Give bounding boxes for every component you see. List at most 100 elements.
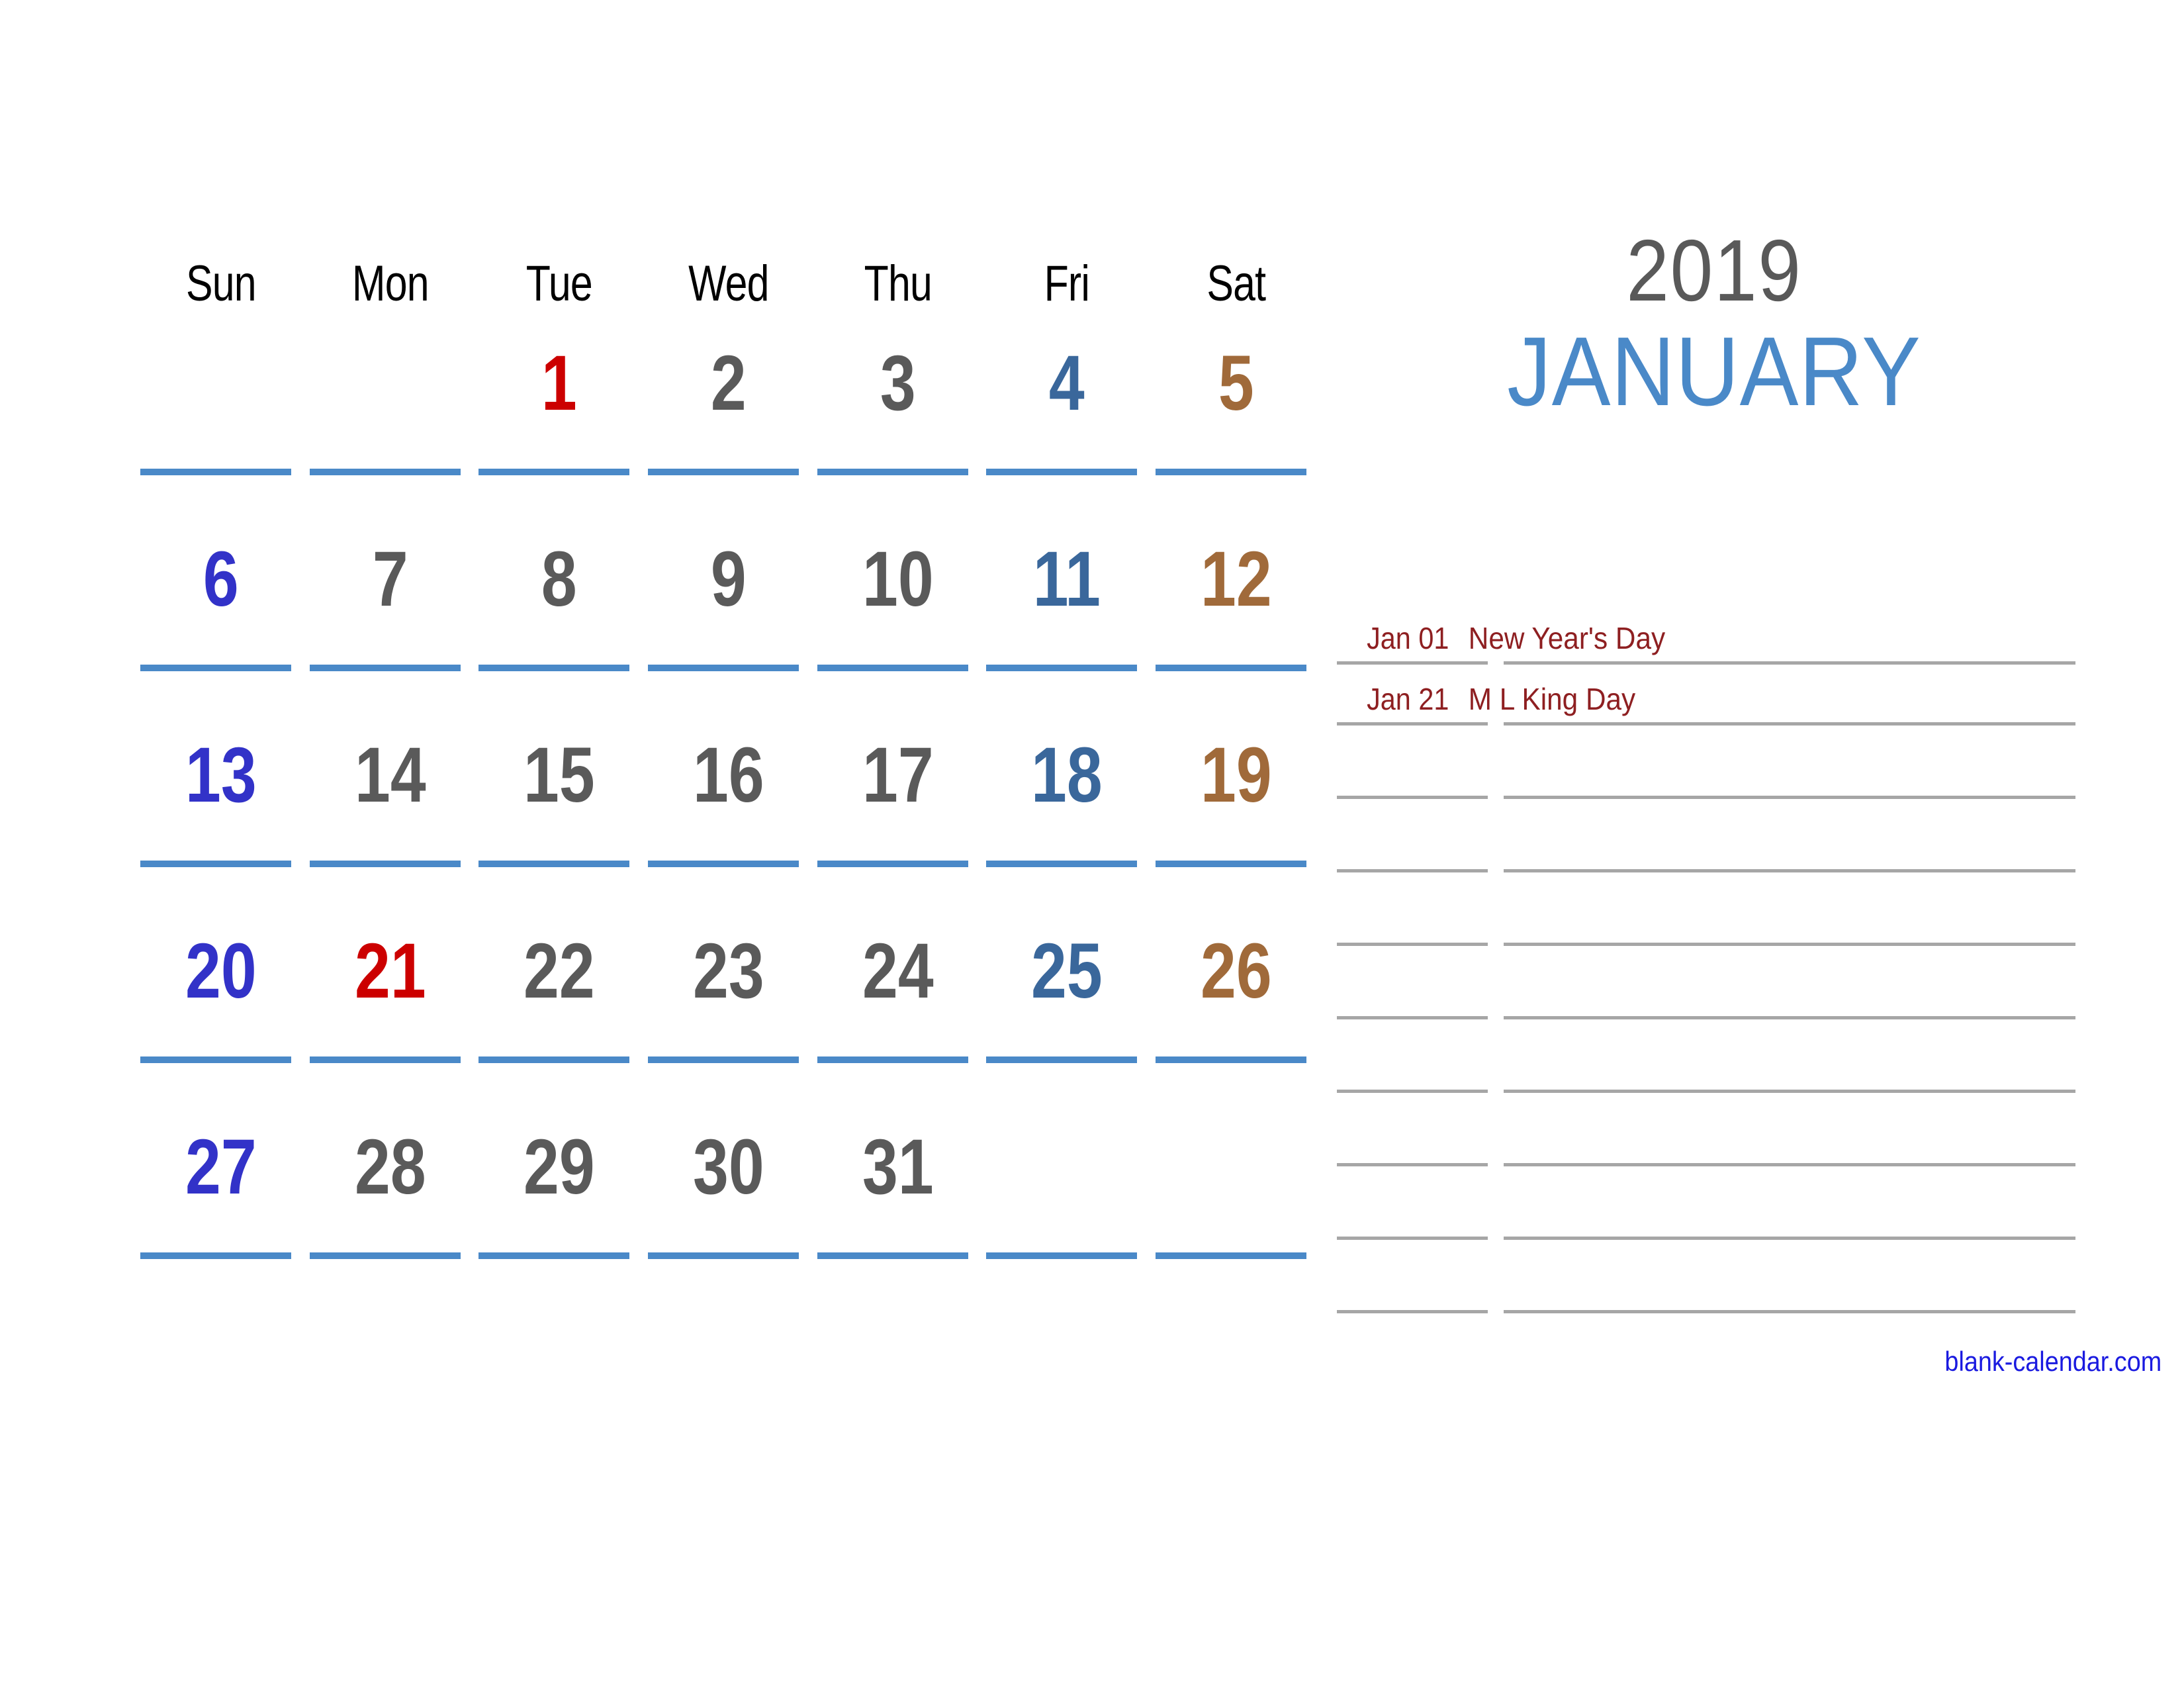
day-underline	[140, 1252, 291, 1259]
weekday-header-fri: Fri	[1044, 256, 1090, 312]
note-row-blank[interactable]	[1337, 1093, 2093, 1166]
note-rule-right	[1504, 1310, 2075, 1313]
day-number: 18	[1031, 731, 1103, 819]
day-cell-1[interactable]: 1	[475, 310, 644, 506]
day-underline	[1156, 665, 1307, 671]
day-underline	[140, 1056, 291, 1063]
day-underline	[817, 1056, 968, 1063]
day-number: 24	[862, 927, 934, 1015]
day-underline	[986, 1252, 1138, 1259]
day-cell-8[interactable]: 8	[475, 506, 644, 702]
day-cell-20[interactable]: 20	[136, 898, 306, 1094]
note-row-blank[interactable]	[1337, 1240, 2093, 1313]
day-cell-17[interactable]: 17	[813, 702, 983, 898]
day-number: 27	[185, 1123, 257, 1211]
day-underline	[817, 665, 968, 671]
day-underline	[817, 861, 968, 867]
day-underline	[478, 861, 630, 867]
day-cell-28[interactable]: 28	[306, 1094, 475, 1289]
day-number: 20	[185, 927, 257, 1015]
day-cell-11[interactable]: 11	[982, 506, 1152, 702]
day-cell-18[interactable]: 18	[982, 702, 1152, 898]
day-cell-14[interactable]: 14	[306, 702, 475, 898]
note-row-blank[interactable]	[1337, 1166, 2093, 1240]
day-cell-4[interactable]: 4	[982, 310, 1152, 506]
day-underline	[140, 665, 291, 671]
day-cell-15[interactable]: 15	[475, 702, 644, 898]
day-cell-21[interactable]: 21	[306, 898, 475, 1094]
day-underline	[986, 861, 1138, 867]
day-number: 29	[523, 1123, 596, 1211]
week-row: 27 28 29 30 31	[136, 1094, 1321, 1289]
day-cell-5[interactable]: 5	[1152, 310, 1321, 506]
day-cell-12[interactable]: 12	[1152, 506, 1321, 702]
week-row: 1 2 3 4 5	[136, 310, 1321, 506]
month-title: JANUARY	[1507, 317, 1921, 426]
day-cell-26[interactable]: 26	[1152, 898, 1321, 1094]
note-row-blank[interactable]	[1337, 946, 2093, 1019]
day-underline	[986, 1056, 1138, 1063]
day-underline	[648, 665, 799, 671]
day-cell-27[interactable]: 27	[136, 1094, 306, 1289]
day-cell-9[interactable]: 9	[644, 506, 813, 702]
week-row: 13 14 15 16 17 18 19	[136, 702, 1321, 898]
day-cell-22[interactable]: 22	[475, 898, 644, 1094]
note-date: Jan 21	[1367, 682, 1449, 716]
day-number: 9	[710, 536, 747, 623]
day-cell-7[interactable]: 7	[306, 506, 475, 702]
day-cell-empty	[306, 310, 475, 506]
day-underline	[986, 665, 1138, 671]
day-cell-10[interactable]: 10	[813, 506, 983, 702]
day-number: 25	[1031, 927, 1103, 1015]
day-underline	[1156, 469, 1307, 475]
holiday-row[interactable]: Jan 01 New Year's Day	[1337, 604, 2093, 665]
day-cell-6[interactable]: 6	[136, 506, 306, 702]
day-cell-13[interactable]: 13	[136, 702, 306, 898]
month-grid: Sun Mon Tue Wed Thu Fri Sat 1 2 3 4 5 6 7 8 9 10 11 12 13 1…	[136, 230, 1321, 1356]
day-underline	[817, 1252, 968, 1259]
day-underline	[648, 469, 799, 475]
day-underline	[478, 1252, 630, 1259]
day-cell-23[interactable]: 23	[644, 898, 813, 1094]
day-number: 2	[710, 340, 747, 427]
note-row-blank[interactable]	[1337, 799, 2093, 872]
holiday-row[interactable]: Jan 21 M L King Day	[1337, 665, 2093, 726]
day-underline	[478, 665, 630, 671]
day-number: 6	[203, 536, 239, 623]
day-cell-empty	[982, 1094, 1152, 1289]
day-cell-31[interactable]: 31	[813, 1094, 983, 1289]
day-cell-25[interactable]: 25	[982, 898, 1152, 1094]
day-number: 26	[1201, 927, 1272, 1015]
day-number: 10	[862, 536, 934, 623]
day-cell-30[interactable]: 30	[644, 1094, 813, 1289]
day-underline	[478, 1056, 630, 1063]
site-link[interactable]: blank-calendar.com	[1944, 1346, 2161, 1377]
day-underline	[309, 469, 461, 475]
week-row: 6 7 8 9 10 11 12	[136, 506, 1321, 702]
day-underline	[817, 469, 968, 475]
note-text: New Year's Day	[1468, 621, 1666, 655]
day-number: 14	[354, 731, 426, 819]
note-date: Jan 01	[1367, 621, 1449, 655]
day-underline	[1156, 861, 1307, 867]
day-number: 31	[862, 1123, 934, 1211]
weekday-header-mon: Mon	[351, 256, 430, 312]
day-underline	[1156, 1252, 1307, 1259]
day-underline	[140, 861, 291, 867]
day-number: 22	[523, 927, 596, 1015]
day-cell-19[interactable]: 19	[1152, 702, 1321, 898]
note-row-blank[interactable]	[1337, 1019, 2093, 1093]
day-cell-2[interactable]: 2	[644, 310, 813, 506]
note-row-blank[interactable]	[1337, 726, 2093, 799]
day-cell-24[interactable]: 24	[813, 898, 983, 1094]
note-row-blank[interactable]	[1337, 872, 2093, 946]
day-underline	[478, 469, 630, 475]
day-cell-29[interactable]: 29	[475, 1094, 644, 1289]
day-number: 12	[1201, 536, 1272, 623]
day-cell-3[interactable]: 3	[813, 310, 983, 506]
day-number: 8	[541, 536, 578, 623]
day-underline	[309, 1252, 461, 1259]
day-cell-16[interactable]: 16	[644, 702, 813, 898]
weekday-header-thu: Thu	[864, 256, 932, 312]
day-number: 11	[1033, 536, 1101, 623]
